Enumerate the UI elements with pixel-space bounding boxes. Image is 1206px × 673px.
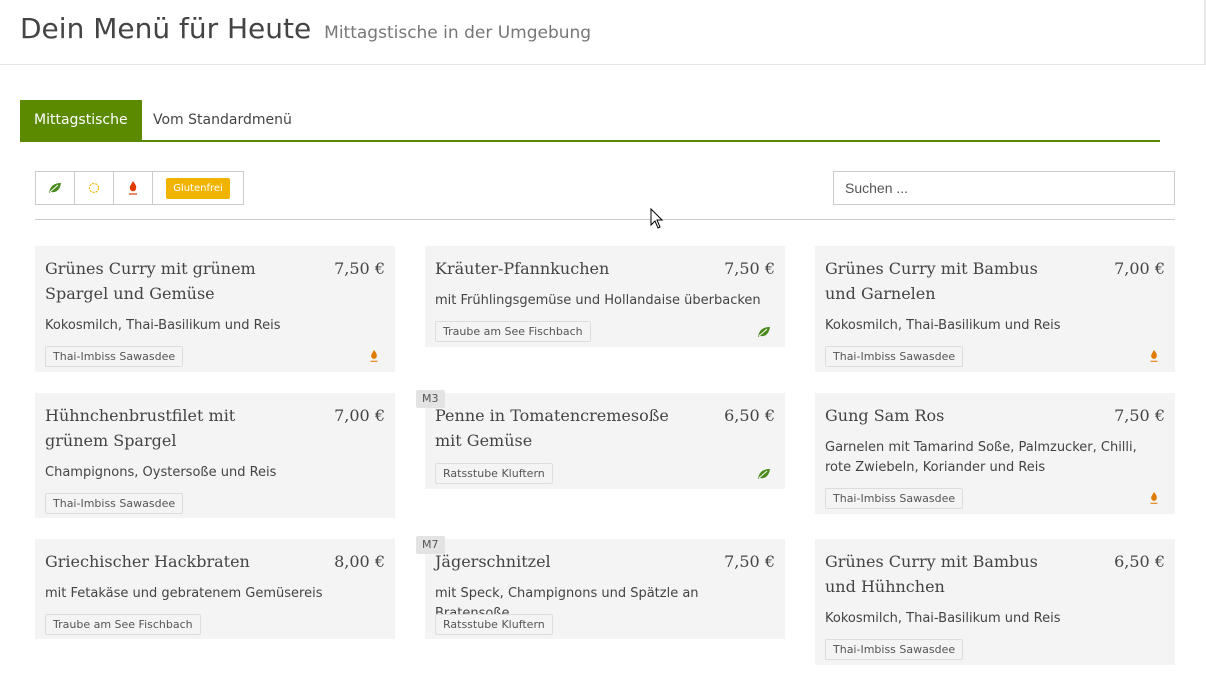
restaurant-tag[interactable]: Thai-Imbiss Sawasdee: [825, 488, 964, 509]
restaurant-tag[interactable]: Ratsstube Kluftern: [435, 463, 553, 484]
dish-price: 8,00 €: [334, 552, 385, 571]
restaurant-tag[interactable]: Traube am See Fischbach: [45, 614, 201, 635]
dish-card[interactable]: Hühnchenbrustfilet mit grünem Spargel 7,…: [35, 393, 395, 518]
restaurant-tag[interactable]: Ratsstube Kluftern: [435, 614, 553, 635]
page-title-text: Dein Menü für Heute: [20, 12, 312, 45]
dish-price: 7,50 €: [334, 259, 385, 278]
search-input[interactable]: [834, 172, 1174, 204]
restaurant-tag[interactable]: Thai-Imbiss Sawasdee: [45, 493, 184, 514]
glutenfrei-label: Glutenfrei: [166, 177, 230, 199]
restaurant-tag[interactable]: Thai-Imbiss Sawasdee: [825, 639, 964, 660]
flame-icon: [129, 181, 137, 195]
dish-card[interactable]: Griechischer Hackbraten 8,00 € mit Fetak…: [35, 539, 395, 639]
sun-icon: [88, 182, 100, 194]
page-header: Dein Menü für Heute Mittagstische in der…: [0, 0, 1206, 65]
restaurant-tag[interactable]: Thai-Imbiss Sawasdee: [45, 346, 184, 367]
dish-card[interactable]: Penne in Tomatencremesoße mit Gemüse 6,5…: [425, 393, 785, 489]
filter-glutenfrei-button[interactable]: Glutenfrei: [153, 172, 243, 204]
dish-name: Gung Sam Ros: [825, 406, 945, 425]
dish-name: Hühnchenbrustfilet mit grünem Spargel: [45, 406, 236, 450]
leaf-icon: [758, 327, 770, 337]
dish-name: Grünes Curry mit Bambus und Hühnchen: [825, 552, 1038, 596]
dish-description: Kokosmilch, Thai-Basilikum und Reis: [825, 318, 1061, 333]
dish-description: Garnelen mit Tamarind Soße, Palmzucker, …: [825, 440, 1137, 475]
tab-bar: Mittagstische Vom Standardmenü: [20, 100, 1160, 142]
page-title: Dein Menü für Heute Mittagstische in der…: [20, 12, 591, 45]
mouse-cursor-icon: [650, 208, 664, 229]
dish-name: Jägerschnitzel: [435, 552, 551, 571]
dish-price: 7,00 €: [334, 406, 385, 425]
filter-bar: Glutenfrei: [35, 171, 244, 205]
menu-badge-m7: M7: [416, 536, 445, 554]
tab-mittagstische[interactable]: Mittagstische: [20, 100, 142, 140]
tab-standardmenue[interactable]: Vom Standardmenü: [139, 100, 306, 140]
dish-card[interactable]: Gung Sam Ros 7,50 € Garnelen mit Tamarin…: [815, 393, 1175, 514]
dish-card[interactable]: Grünes Curry mit Bambus und Garnelen 7,0…: [815, 246, 1175, 372]
dish-description: Champignons, Oystersoße und Reis: [45, 465, 277, 480]
dish-price: 7,00 €: [1114, 259, 1165, 278]
dish-card[interactable]: Grünes Curry mit Bambus und Hühnchen 6,5…: [815, 539, 1175, 665]
filter-vegetarian-button[interactable]: [36, 172, 75, 204]
flame-icon: [1150, 491, 1158, 504]
dish-price: 6,50 €: [1114, 552, 1165, 571]
dish-description: mit Fetakäse und gebratenem Gemüsereis: [45, 586, 323, 601]
dish-card[interactable]: Grünes Curry mit grünem Spargel und Gemü…: [35, 246, 395, 372]
search-box: [833, 171, 1175, 205]
dish-name: Kräuter-Pfannkuchen: [435, 259, 610, 278]
dish-price: 7,50 €: [724, 259, 775, 278]
dish-price: 7,50 €: [1114, 406, 1165, 425]
leaf-icon: [758, 469, 770, 479]
filter-spicy-button[interactable]: [114, 172, 153, 204]
divider: [35, 219, 1175, 220]
page-subtitle: Mittagstische in der Umgebung: [324, 23, 592, 43]
restaurant-tag[interactable]: Traube am See Fischbach: [435, 321, 591, 342]
dish-name: Griechischer Hackbraten: [45, 552, 250, 571]
dish-description: Kokosmilch, Thai-Basilikum und Reis: [45, 318, 281, 333]
leaf-icon: [49, 183, 61, 193]
dish-price: 6,50 €: [724, 406, 775, 425]
dish-card[interactable]: Jägerschnitzel 7,50 € mit Speck, Champig…: [425, 539, 785, 639]
dish-name: Penne in Tomatencremesoße mit Gemüse: [435, 406, 669, 450]
filter-vegan-button[interactable]: [75, 172, 114, 204]
restaurant-tag[interactable]: Thai-Imbiss Sawasdee: [825, 346, 964, 367]
flame-icon: [1150, 349, 1158, 362]
dish-description: mit Frühlingsgemüse und Hollandaise über…: [435, 293, 761, 308]
flame-icon: [370, 349, 378, 362]
dish-name: Grünes Curry mit Bambus und Garnelen: [825, 259, 1038, 303]
dish-card[interactable]: Kräuter-Pfannkuchen 7,50 € mit Frühlings…: [425, 246, 785, 347]
dish-price: 7,50 €: [724, 552, 775, 571]
menu-badge-m3: M3: [416, 390, 445, 408]
dish-name: Grünes Curry mit grünem Spargel und Gemü…: [45, 259, 256, 303]
dish-description: Kokosmilch, Thai-Basilikum und Reis: [825, 611, 1061, 626]
